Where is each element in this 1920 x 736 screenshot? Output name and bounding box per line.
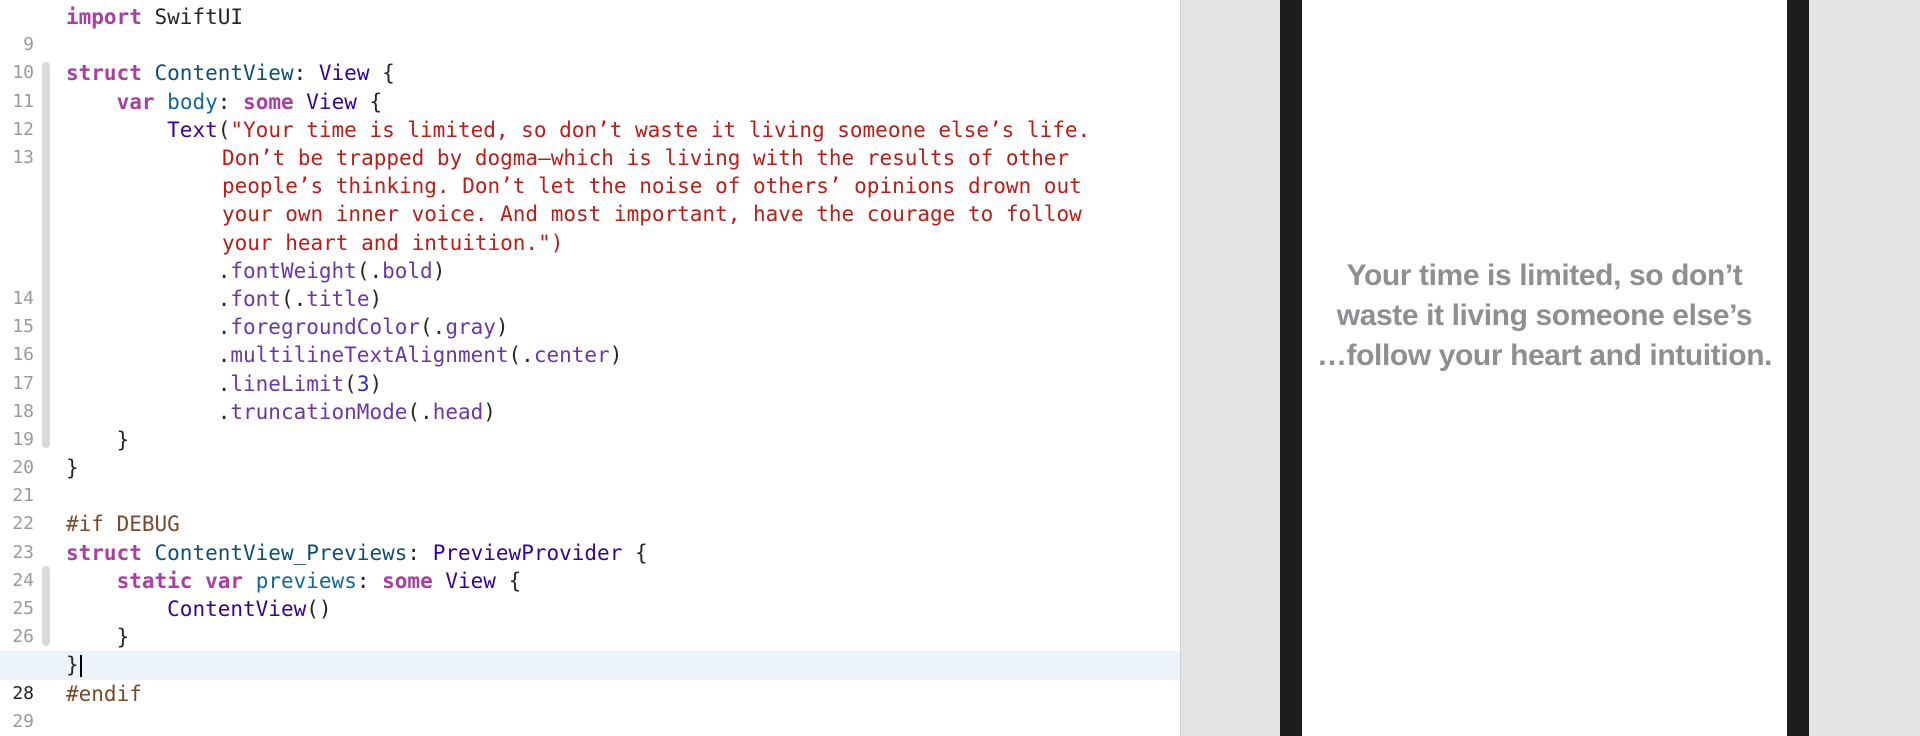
preview-line: …follow your heart and intuition. <box>1316 338 1773 372</box>
code-line[interactable]: 23 #if DEBUG <box>0 510 1180 562</box>
code-line[interactable]: 22 <box>0 482 1180 534</box>
string-literal-continuation: Don’t be trapped by dogma—which is livin… <box>222 145 1082 255</box>
current-line[interactable]: 28 } <box>0 651 1180 704</box>
code-line[interactable]: 20 } <box>0 426 1180 478</box>
code-line[interactable]: 17 .multilineTextAlignment(.center) <box>0 341 1180 393</box>
code-line[interactable]: 15 .font(.title) <box>0 285 1180 337</box>
code-line[interactable]: 29 #endif <box>0 680 1180 732</box>
code-line[interactable]: 10 <box>0 31 1180 83</box>
preview-line: Your time is limited, so don’t <box>1346 258 1743 292</box>
code-line[interactable]: 30 <box>0 708 1180 736</box>
code-line[interactable]: 26 ContentView() <box>0 595 1180 647</box>
code-lines[interactable]: 9 import SwiftUI 10 11 struct ContentVie… <box>0 3 1180 736</box>
preview-line: waste it living someone else’s <box>1336 298 1753 332</box>
code-line[interactable]: 12 var body: some View { <box>0 88 1180 140</box>
code-line[interactable]: 9 import SwiftUI <box>0 3 1180 55</box>
code-editor[interactable]: 9 import SwiftUI 10 11 struct ContentVie… <box>0 0 1180 736</box>
text-cursor <box>79 655 82 678</box>
device-bezel-left <box>1280 0 1302 736</box>
code-line[interactable]: 27 } <box>0 623 1180 675</box>
code-line[interactable]: 18 .lineLimit(3) <box>0 370 1180 422</box>
device-screen[interactable]: Your time is limited, so don’t waste it … <box>1302 0 1787 736</box>
preview-text: Your time is limited, so don’t waste it … <box>1316 256 1773 376</box>
code-line[interactable]: 25 static var previews: some View { <box>0 567 1180 619</box>
code-line[interactable]: 21 } <box>0 454 1180 506</box>
code-line[interactable]: 13 Text("Your time is limited, so don’t … <box>0 116 1180 257</box>
code-line[interactable]: 16 .foregroundColor(.gray) <box>0 313 1180 365</box>
device-bezel-right <box>1787 0 1809 736</box>
code-line[interactable]: 14 .fontWeight(.bold) <box>0 257 1180 309</box>
line-number: 13 <box>12 146 34 168</box>
code-line[interactable]: 24 struct ContentView_Previews: PreviewP… <box>0 539 1180 591</box>
code-line[interactable]: 11 struct ContentView: View { <box>0 59 1180 111</box>
code-line[interactable]: 19 .truncationMode(.head) <box>0 398 1180 450</box>
